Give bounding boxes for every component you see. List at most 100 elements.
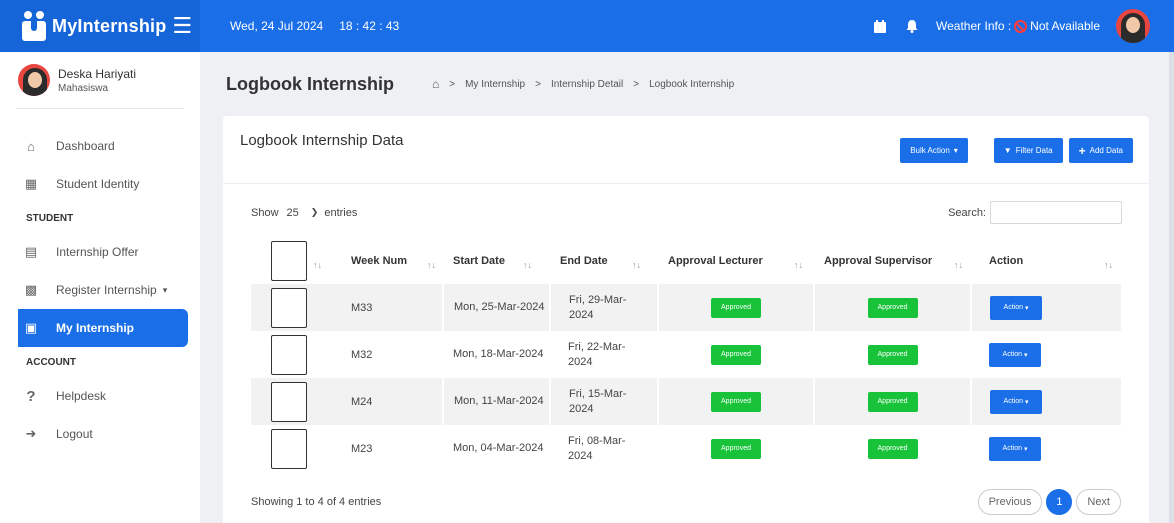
- id-card-icon: ▦: [24, 176, 38, 191]
- table-info: Showing 1 to 4 of 4 entries: [251, 496, 382, 508]
- top-bar: MyInternship ☰ Wed, 24 Jul 2024 18 : 42 …: [0, 0, 1174, 52]
- briefcase-icon: ▣: [24, 320, 38, 335]
- section-student: STUDENT: [26, 212, 74, 224]
- question-icon: ?: [26, 387, 36, 405]
- chevron-down-icon: ❯: [310, 207, 319, 217]
- sort-icon: ↑↓: [794, 260, 803, 270]
- sidebar-item-label: Student Identity: [56, 177, 140, 191]
- sort-icon[interactable]: ↑↓: [313, 260, 322, 270]
- chevron-right-icon: >: [535, 78, 541, 90]
- breadcrumb-item[interactable]: Internship Detail: [551, 79, 623, 90]
- start-date-cell: Mon, 04-Mar-2024: [453, 442, 544, 454]
- hamburger-icon[interactable]: ☰: [172, 15, 192, 37]
- chevron-down-icon: ▾: [953, 146, 958, 155]
- end-date-cell: Fri, 29-Mar-2024: [549, 284, 658, 331]
- sidebar-item-label: My Internship: [56, 321, 135, 335]
- approval-lecturer-badge: Approved: [711, 297, 761, 318]
- page-1-button[interactable]: 1: [1046, 489, 1073, 515]
- weather-label: Weather Info :: [936, 19, 1012, 33]
- not-available-icon: [1014, 19, 1028, 33]
- sidebar-item-internship-offer[interactable]: ▤ Internship Offer: [0, 233, 188, 271]
- filter-data-label: Filter Data: [1015, 146, 1053, 155]
- search-input[interactable]: [990, 201, 1122, 224]
- logbook-card: Logbook Internship Data Bulk Action ▾ ▼ …: [223, 116, 1149, 523]
- approval-lecturer-badge: Approved: [711, 391, 761, 412]
- brand-title: MyInternship: [52, 15, 167, 36]
- date-time: Wed, 24 Jul 2024 18 : 42 : 43: [230, 19, 399, 33]
- breadcrumb: ⌂ > My Internship > Internship Detail > …: [432, 77, 734, 91]
- weather-info: Weather Info : Not Available: [936, 19, 1100, 33]
- select-all-header: ↑↓: [251, 238, 331, 284]
- entries-select[interactable]: 25 ❯: [285, 207, 321, 219]
- bell-icon[interactable]: [904, 18, 920, 34]
- row-action-button[interactable]: Action ▾: [990, 295, 1042, 320]
- filter-data-button[interactable]: ▼ Filter Data: [993, 138, 1063, 163]
- row-action-button[interactable]: Action ▾: [989, 436, 1041, 461]
- col-start-date[interactable]: Start Date ↑↓: [443, 238, 550, 284]
- col-end-date[interactable]: End Date ↑↓: [550, 238, 658, 284]
- add-data-button[interactable]: + Add Data: [1068, 138, 1133, 163]
- row-action-button[interactable]: Action ▾: [989, 342, 1041, 367]
- row-checkbox[interactable]: [271, 381, 307, 422]
- start-date-cell: Mon, 18-Mar-2024: [453, 348, 544, 360]
- table-footer: Showing 1 to 4 of 4 entries Previous 1 N…: [251, 489, 1121, 515]
- bulk-action-button[interactable]: Bulk Action ▾: [900, 138, 968, 163]
- entries-label: entries: [324, 206, 358, 219]
- row-checkbox[interactable]: [271, 428, 307, 469]
- week-num-cell: M33: [331, 284, 443, 331]
- approval-supervisor-badge: Approved: [867, 438, 918, 459]
- calendar-icon[interactable]: [872, 18, 888, 34]
- table-row: M32 Mon, 18-Mar-2024 Fri, 22-Mar-2024 Ap…: [251, 331, 1121, 378]
- table-row: M33 Mon, 25-Mar-2024 Fri, 29-Mar-2024 Ap…: [251, 284, 1121, 331]
- current-date: Wed, 24 Jul 2024: [230, 19, 324, 33]
- col-approval-supervisor[interactable]: Approval Supervisor ↑↓: [814, 238, 971, 284]
- table-row: M23 Mon, 04-Mar-2024 Fri, 08-Mar-2024 Ap…: [251, 425, 1121, 472]
- profile-name: Deska Hariyati: [58, 66, 137, 81]
- home-icon: ⌂: [27, 138, 35, 154]
- approval-supervisor-badge: Approved: [867, 391, 918, 412]
- sidebar-item-dashboard[interactable]: ⌂ Dashboard: [0, 127, 188, 165]
- sidebar-item-label: Logout: [56, 427, 93, 441]
- col-week-num[interactable]: Week Num ↑↓: [331, 238, 443, 284]
- sort-icon: ↑↓: [427, 260, 436, 270]
- sidebar-item-label: Helpdesk: [56, 389, 107, 403]
- profile-role: Mahasiswa: [58, 82, 109, 94]
- search-label: Search:: [948, 206, 986, 219]
- sidebar-item-register-internship[interactable]: ▩ Register Internship ▾: [0, 271, 188, 309]
- select-all-checkbox[interactable]: [271, 241, 307, 281]
- pagination: Previous 1 Next: [977, 489, 1121, 515]
- start-date-cell: Mon, 25-Mar-2024: [442, 284, 550, 331]
- weather-value: Not Available: [1030, 19, 1100, 33]
- home-icon[interactable]: ⌂: [432, 77, 439, 91]
- row-checkbox[interactable]: [271, 334, 307, 375]
- approval-lecturer-badge: Approved: [711, 344, 761, 365]
- sidebar-item-my-internship[interactable]: ▣ My Internship: [18, 309, 188, 347]
- week-num-cell: M23: [351, 442, 373, 455]
- end-date-cell: Fri, 08-Mar-2024: [568, 434, 626, 462]
- approval-lecturer-badge: Approved: [711, 438, 761, 459]
- row-action-button[interactable]: Action ▾: [990, 389, 1042, 414]
- sidebar-item-student-identity[interactable]: ▦ Student Identity: [0, 165, 188, 203]
- logbook-table: ↑↓ Week Num ↑↓ Start Date ↑↓ End Date ↑↓ Ap…: [251, 238, 1121, 472]
- sidebar-item-logout[interactable]: ➜ Logout: [0, 415, 188, 453]
- brand[interactable]: MyInternship ☰: [0, 0, 200, 52]
- logout-icon: ➜: [25, 426, 37, 441]
- start-date-cell: Mon, 11-Mar-2024: [442, 378, 550, 425]
- breadcrumb-item[interactable]: My Internship: [465, 79, 525, 90]
- bulk-action-label: Bulk Action: [910, 146, 950, 155]
- sidebar-item-label: Register Internship: [56, 283, 157, 297]
- col-action[interactable]: Action ↑↓: [971, 238, 1121, 284]
- chevron-right-icon: >: [633, 78, 640, 90]
- next-button[interactable]: Next: [1076, 489, 1121, 515]
- sidebar: Deska Hariyati Mahasiswa ⌂ Dashboard ▦ S…: [0, 52, 200, 523]
- scrollbar[interactable]: [1169, 52, 1174, 523]
- user-avatar[interactable]: [1116, 9, 1150, 43]
- approval-supervisor-badge: Approved: [867, 297, 918, 318]
- profile-avatar: [18, 64, 50, 96]
- previous-button[interactable]: Previous: [977, 489, 1043, 515]
- row-checkbox[interactable]: [271, 287, 307, 328]
- sort-icon: ↑↓: [523, 260, 532, 270]
- col-approval-lecturer[interactable]: Approval Lecturer ↑↓: [658, 238, 814, 284]
- week-num-cell: M24: [331, 378, 443, 425]
- sidebar-item-helpdesk[interactable]: ? Helpdesk: [0, 377, 188, 415]
